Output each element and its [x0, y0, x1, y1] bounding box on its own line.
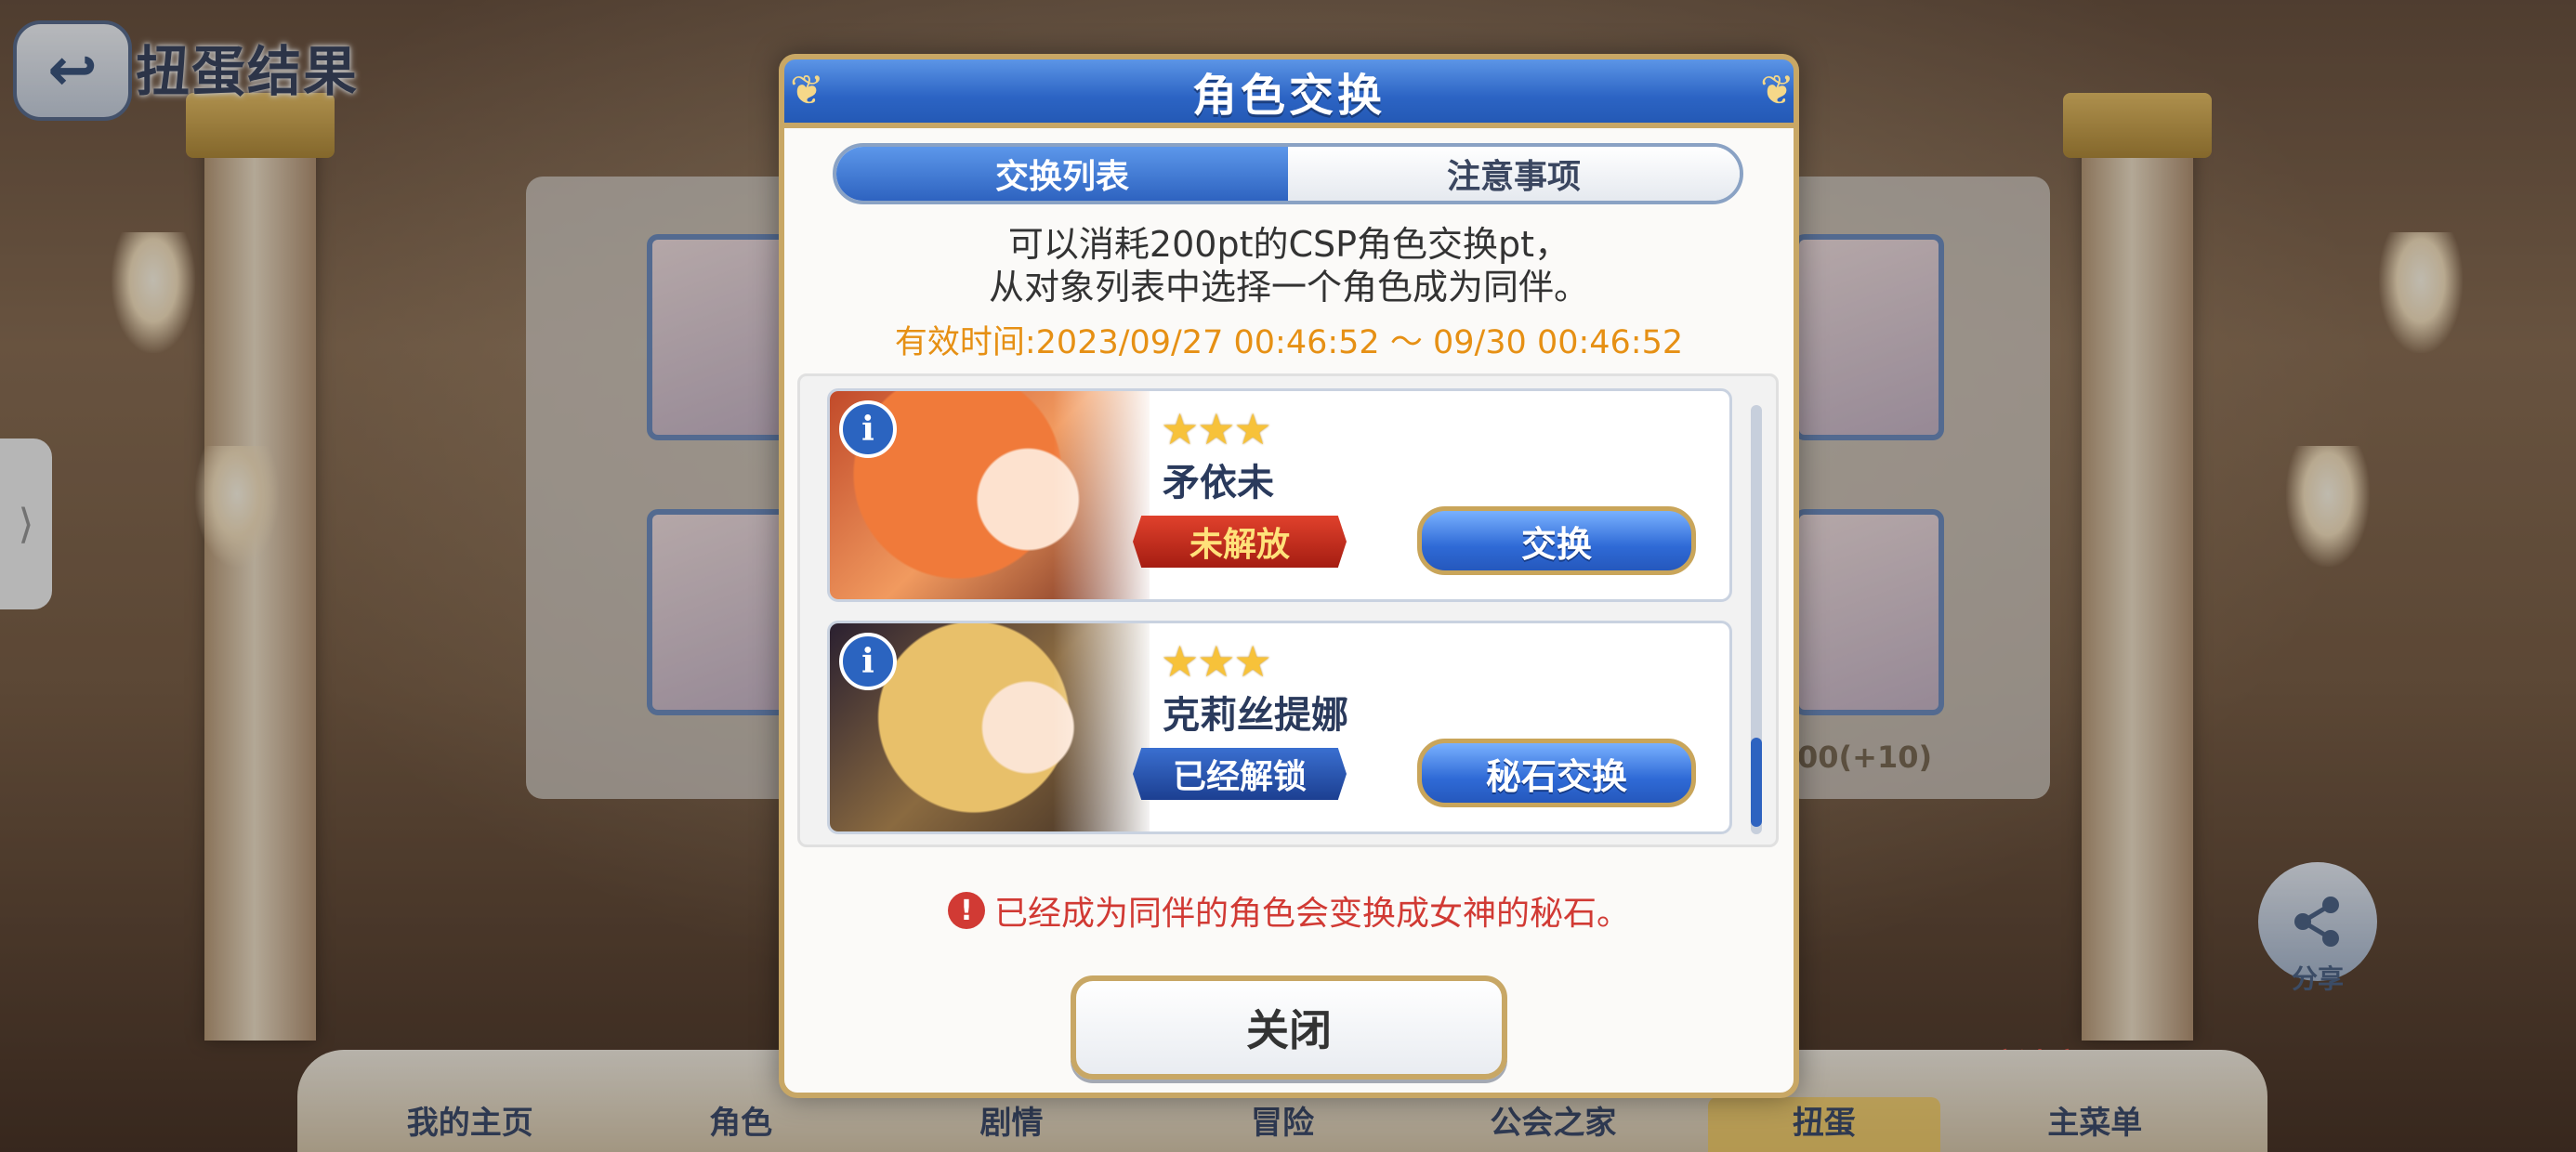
star-rating: ★★★ [1161, 636, 1272, 687]
corner-ornament-icon: ❦ [790, 67, 824, 114]
star-rating: ★★★ [1161, 404, 1272, 454]
character-exchange-dialog: ❦ 角色交换 ❦ 交换列表 注意事项 可以消耗200pt的CSP角色交换pt， … [779, 54, 1799, 1098]
warning-text: 已经成为同伴的角色会变换成女神的秘石。 [993, 895, 1630, 933]
warning-message: ! 已经成为同伴的角色会变换成女神的秘石。 [784, 886, 1794, 935]
tab-notes[interactable]: 注意事项 [1288, 147, 1740, 201]
dialog-title: 角色交换 [1191, 70, 1386, 122]
list-scrollbar-thumb[interactable] [1751, 738, 1762, 827]
description-line-2: 从对象列表中选择一个角色成为同伴。 [988, 267, 1589, 308]
description-line-1: 可以消耗200pt的CSP角色交换pt， [1007, 224, 1571, 265]
exchange-description: 可以消耗200pt的CSP角色交换pt， 从对象列表中选择一个角色成为同伴。 [784, 223, 1794, 308]
exclamation-icon: ! [947, 892, 985, 929]
status-badge: 已经解锁 [1133, 748, 1347, 800]
tab-exchange-list[interactable]: 交换列表 [836, 147, 1288, 201]
exchange-button[interactable]: 交换 [1417, 506, 1696, 575]
character-name: 克莉丝提娜 [1163, 694, 1348, 737]
character-row: i ★★★ 矛依未 未解放 交换 [827, 388, 1732, 602]
validity-period: 有效时间:2023/09/27 00:46:52 ～ 09/30 00:46:5… [894, 324, 1684, 361]
corner-ornament-icon: ❦ [1760, 67, 1794, 114]
info-icon[interactable]: i [839, 400, 897, 458]
dialog-header: ❦ 角色交换 ❦ [779, 54, 1799, 128]
info-icon[interactable]: i [839, 633, 897, 690]
gem-exchange-button[interactable]: 秘石交换 [1417, 739, 1696, 807]
character-row: i ★★★ 克莉丝提娜 已经解锁 秘石交换 [827, 621, 1732, 834]
status-badge: 未解放 [1133, 516, 1347, 568]
close-button[interactable]: 关闭 [1071, 975, 1507, 1080]
character-name: 矛依未 [1163, 462, 1274, 504]
dialog-tabs: 交换列表 注意事项 [833, 143, 1743, 204]
